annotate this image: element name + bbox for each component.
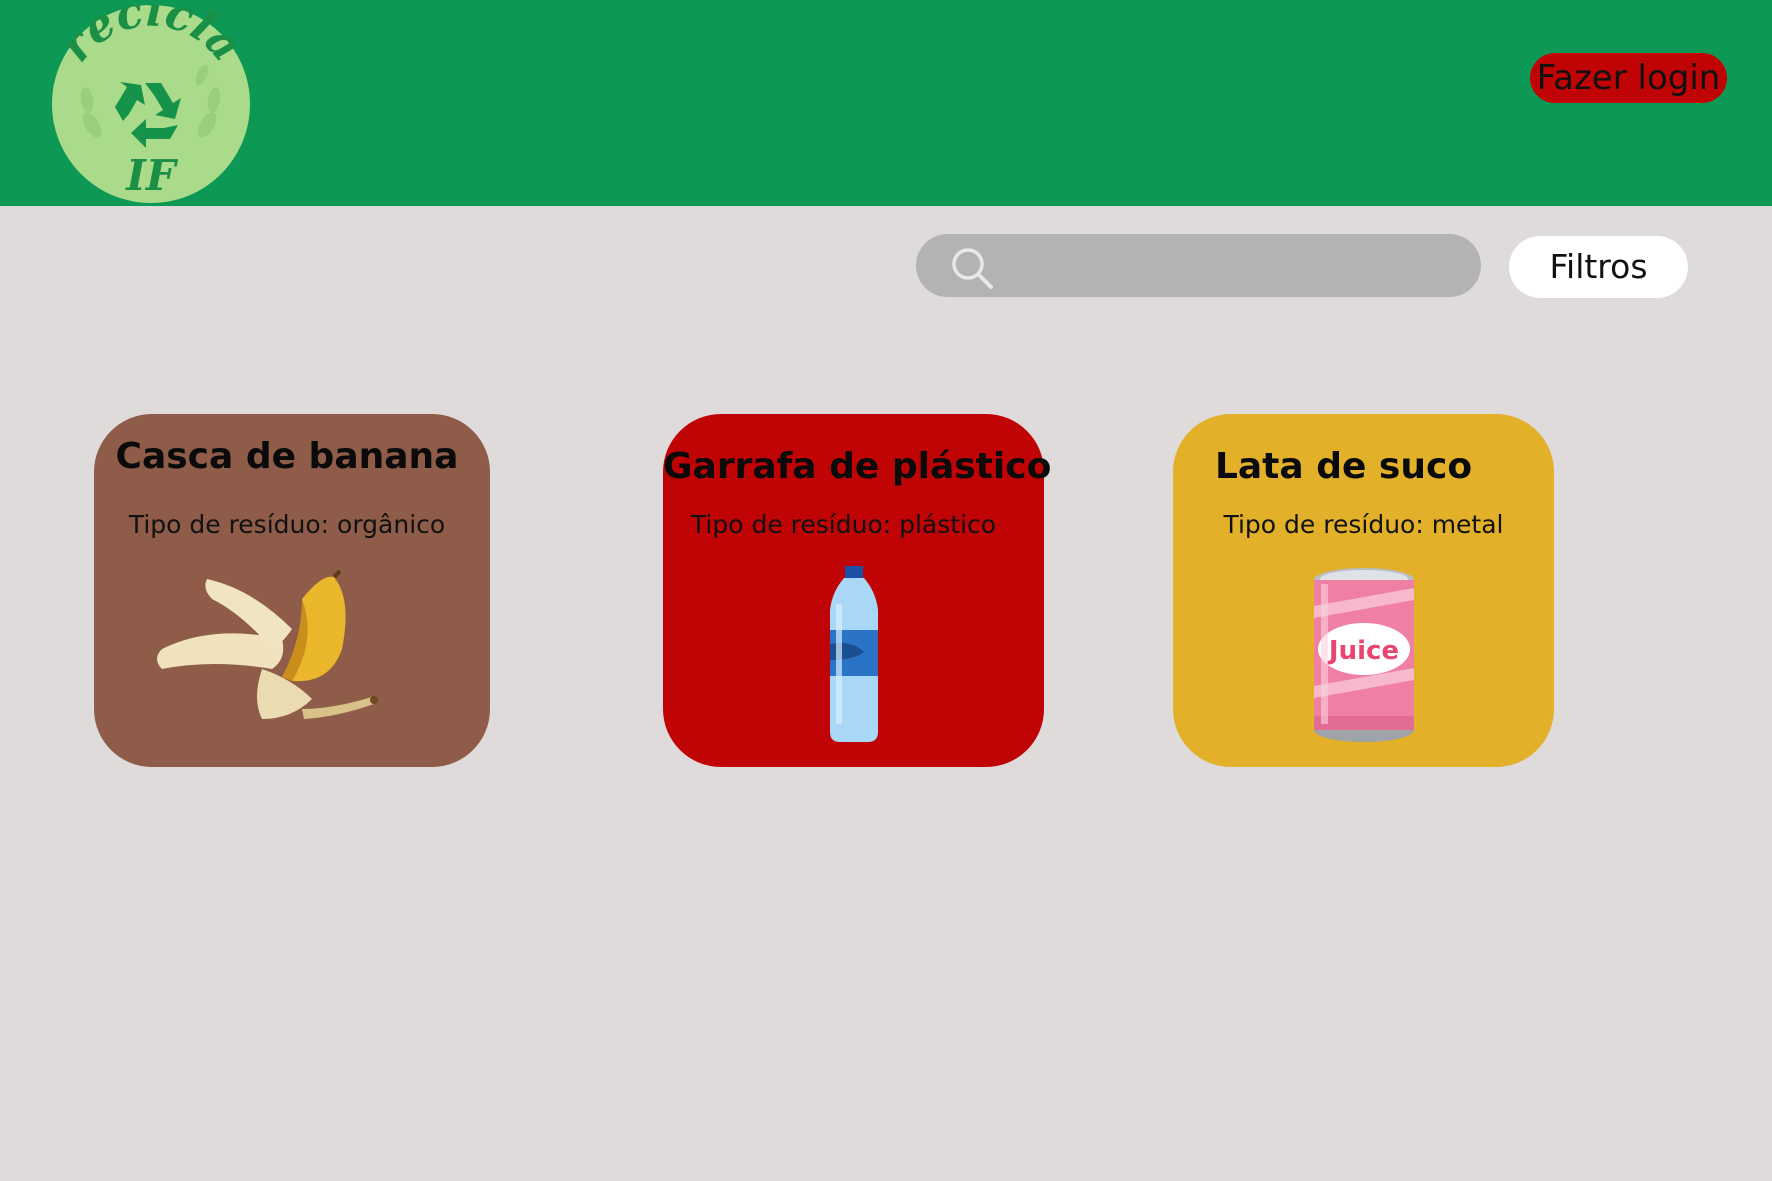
search-bar[interactable] bbox=[916, 234, 1481, 297]
login-button[interactable]: Fazer login bbox=[1530, 53, 1727, 103]
filter-button[interactable]: Filtros bbox=[1509, 236, 1688, 298]
card-title: Casca de banana bbox=[115, 436, 459, 477]
search-input[interactable] bbox=[1008, 242, 1462, 290]
banana-peel-image bbox=[157, 569, 378, 719]
waste-card-banana[interactable]: Casca de banana Tipo de resíduo: orgânic… bbox=[94, 414, 490, 767]
plastic-bottle-image bbox=[830, 566, 878, 742]
card-waste-type: Tipo de resíduo: orgânico bbox=[128, 510, 446, 539]
card-title: Garrafa de plástico bbox=[663, 446, 1052, 487]
card-waste-type: Tipo de resíduo: metal bbox=[1223, 510, 1504, 539]
waste-card-plastic-bottle[interactable]: Garrafa de plástico Tipo de resíduo: plá… bbox=[663, 414, 1052, 767]
search-icon bbox=[952, 248, 993, 289]
can-label-text: Juice bbox=[1327, 636, 1399, 666]
card-waste-type: Tipo de resíduo: plástico bbox=[690, 510, 997, 539]
waste-card-juice-can[interactable]: Lata de suco Tipo de resíduo: metal Juic… bbox=[1173, 414, 1554, 767]
header-bar: recicla IF Fazer login bbox=[0, 0, 1772, 206]
recicla-if-logo[interactable]: recicla IF bbox=[52, 5, 250, 203]
juice-can-image: Juice bbox=[1314, 568, 1414, 742]
logo-text-bottom: IF bbox=[125, 151, 179, 200]
card-title: Lata de suco bbox=[1214, 446, 1473, 487]
